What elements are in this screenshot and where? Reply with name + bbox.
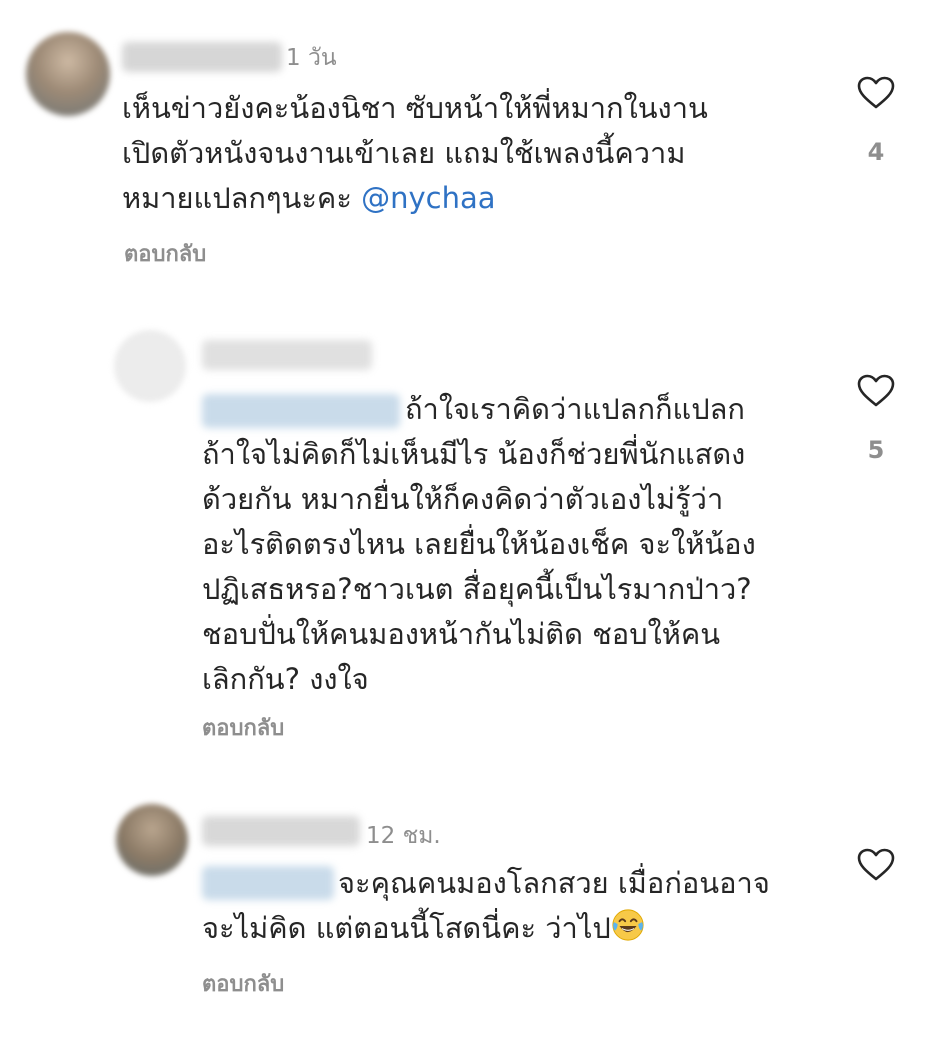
comment-line-text: หมายแปลกๆนะคะ [122,181,352,215]
commenter-avatar[interactable] [114,330,186,402]
comment-line-last: หมายแปลกๆนะคะ @nychaa [122,176,708,221]
reply-button[interactable]: ตอบกลับ [202,710,284,745]
comment-line: เลิกกัน? งงใจ [202,662,369,696]
commenter-username-redacted[interactable] [202,816,360,846]
comment-line-text: จะคุณคนมองโลกสวย เมื่อก่อนอาจ [338,866,770,900]
comment-line: ด้วยกัน หมากยื่นให้ก็คงคิดว่าตัวเองไม่รู… [202,482,724,516]
comment-line: จะไม่คิด แต่ตอนนี้โสดนี่คะ ว่าไป [202,906,770,951]
comment-timestamp: 1 วัน [286,45,337,71]
comment-line: ถ้าใจเราคิดว่าแปลกก็แปลก [202,387,756,432]
comment-line-text: ถ้าใจเราคิดว่าแปลกก็แปลก [405,392,745,426]
comment-line: เปิดตัวหนังจนงานเข้าเลย แถมใช้เพลงนี้ควา… [122,136,686,170]
comment-text: ถ้าใจเราคิดว่าแปลกก็แปลก ถ้าใจไม่คิดก็ไม… [202,387,756,702]
commenter-avatar[interactable] [116,804,188,876]
reply-button[interactable]: ตอบกลับ [202,966,284,1001]
commenter-username-redacted[interactable] [202,340,372,370]
comment-line: จะคุณคนมองโลกสวย เมื่อก่อนอาจ [202,861,770,906]
comment-line: อะไรติดตรงไหน เลยยื่นให้น้องเช็ค จะให้น้… [202,527,756,561]
comment-text: จะคุณคนมองโลกสวย เมื่อก่อนอาจ จะไม่คิด แ… [202,861,770,951]
comment-text: เห็นข่าวยังคะน้องนิชา ซับหน้าให้พี่หมากใ… [122,86,708,221]
like-count: 5 [867,436,885,464]
like-heart-icon[interactable] [857,76,895,110]
like-heart-icon[interactable] [857,374,895,408]
comment-1: 1 วัน เห็นข่าวยังคะน้องนิชา ซับหน้าให้พี… [0,0,944,290]
comment-line: ชอบปั่นให้คนมองหน้ากันไม่ติด ชอบให้คน [202,617,721,651]
comment-line-text: จะไม่คิด แต่ตอนนี้โสดนี่คะ ว่าไป [202,911,611,945]
comment-line: เห็นข่าวยังคะน้องนิชา ซับหน้าให้พี่หมากใ… [122,91,708,125]
reply-button[interactable]: ตอบกลับ [124,236,206,271]
commenter-username-redacted[interactable] [122,42,282,72]
like-heart-icon[interactable] [857,848,895,882]
comment-3: 12 ชม. จะคุณคนมองโลกสวย เมื่อก่อนอาจ จะไ… [0,760,944,1039]
comment-2: ถ้าใจเราคิดว่าแปลกก็แปลก ถ้าใจไม่คิดก็ไม… [0,290,944,760]
comment-line: ปฏิเสธหรอ?ชาวเนต สื่อยุคนี้เป็นไรมากป่าว… [202,572,752,606]
comment-timestamp: 12 ชม. [366,823,441,849]
commenter-avatar[interactable] [26,32,110,116]
like-count: 4 [867,138,885,166]
face-with-tears-of-joy-icon [612,909,644,941]
user-mention-link[interactable]: @nychaa [361,181,495,215]
comment-line: ถ้าใจไม่คิดก็ไม่เห็นมีไร น้องก็ช่วยพี่นั… [202,437,746,471]
